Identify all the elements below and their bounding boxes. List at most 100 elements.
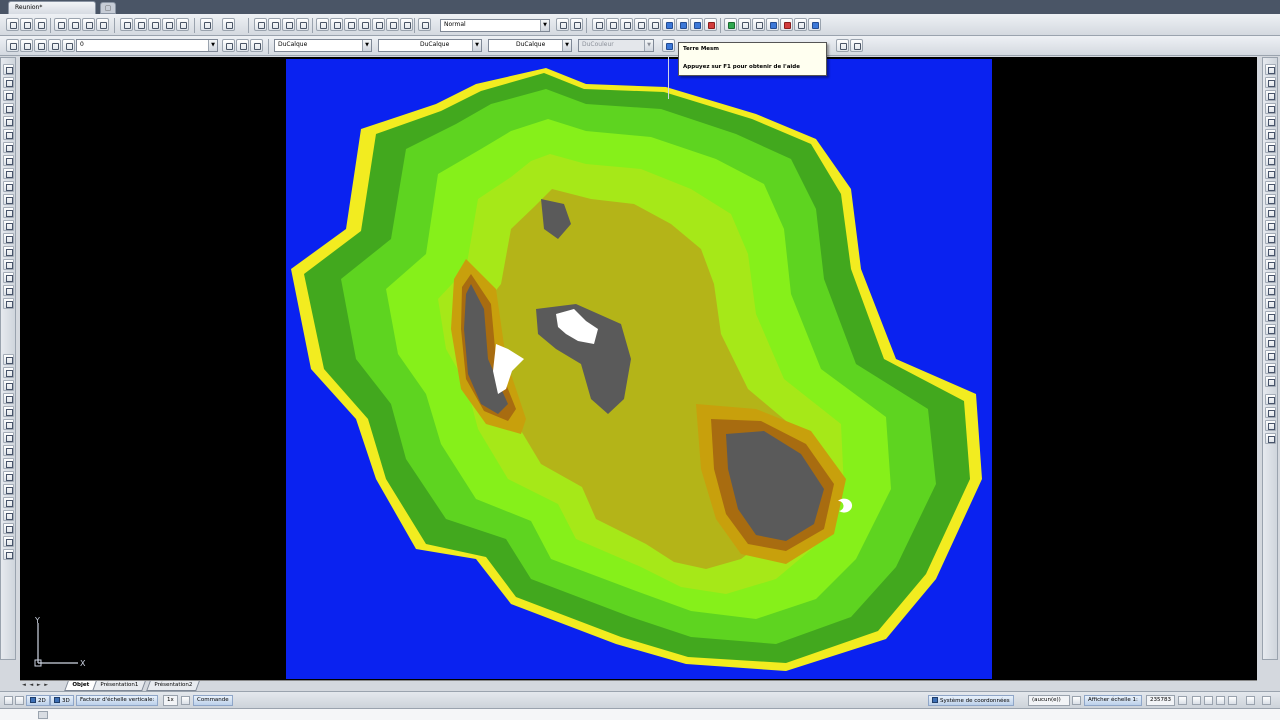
print-icon[interactable]	[54, 18, 67, 31]
temp-track-icon[interactable]	[1265, 64, 1276, 75]
mtext-tool-icon[interactable]	[3, 298, 14, 309]
status-tray-icon-5[interactable]	[1246, 696, 1255, 705]
layer-previous-icon[interactable]	[34, 39, 47, 52]
snap-nearest-icon[interactable]	[1265, 246, 1276, 257]
vertical-scale-button[interactable]: Facteur d'échelle verticale:	[76, 695, 159, 706]
status-tray-icon-2[interactable]	[1204, 696, 1213, 705]
new-document-tab-icon[interactable]: ▢	[100, 2, 116, 14]
lineweight-combo[interactable]: DuCalque ▼	[488, 39, 572, 52]
array-tool-icon[interactable]	[3, 406, 14, 417]
publish-icon[interactable]	[82, 18, 95, 31]
osnap-settings-icon[interactable]	[1265, 272, 1276, 283]
circle-tool-icon[interactable]	[3, 142, 14, 153]
construction-line-icon[interactable]	[3, 77, 14, 88]
join-tool-icon[interactable]	[3, 510, 14, 521]
save-icon[interactable]	[34, 18, 47, 31]
map-style-icon[interactable]	[794, 18, 807, 31]
snap-perpendicular-icon[interactable]	[1265, 194, 1276, 205]
terrain-model-icon[interactable]	[662, 18, 675, 31]
layer-freeze-icon[interactable]	[62, 39, 75, 52]
rotate-tool-icon[interactable]	[3, 432, 14, 443]
plot-icon[interactable]	[96, 18, 109, 31]
break-tool-icon[interactable]	[3, 497, 14, 508]
layer-close-icon[interactable]	[850, 39, 863, 52]
display-scale-button[interactable]: Afficher échelle 1:	[1084, 695, 1142, 706]
layer-isolate-icon[interactable]	[48, 39, 61, 52]
command-button[interactable]: Commande	[193, 695, 233, 706]
scale-tool-icon[interactable]	[3, 445, 14, 456]
snap-none-icon[interactable]	[1265, 259, 1276, 270]
terrain-mesh-icon[interactable]	[676, 18, 689, 31]
tool-palettes-icon[interactable]	[344, 18, 357, 31]
status-tray-icon-3[interactable]	[1216, 696, 1225, 705]
make-current-layer-icon[interactable]	[222, 39, 235, 52]
chevron-down-icon[interactable]	[1072, 696, 1081, 705]
extend-tool-icon[interactable]	[3, 484, 14, 495]
layer-match-icon[interactable]	[236, 39, 249, 52]
match-properties-icon[interactable]	[162, 18, 175, 31]
document-tab-reunion[interactable]: Reunion*	[8, 1, 96, 14]
new-file-icon[interactable]	[6, 18, 19, 31]
viewport-scale-icon[interactable]	[1265, 420, 1276, 431]
layer-combo[interactable]: 0 ▼	[76, 39, 218, 52]
named-view-combo[interactable]: Normal ▼	[440, 19, 550, 32]
mirror-tool-icon[interactable]	[3, 380, 14, 391]
point-tool-icon[interactable]	[3, 233, 14, 244]
map-query-icon[interactable]	[738, 18, 751, 31]
snap-quadrant-icon[interactable]	[1265, 168, 1276, 179]
region-tool-icon[interactable]	[3, 272, 14, 283]
help-icon[interactable]	[418, 18, 431, 31]
properties-icon[interactable]	[316, 18, 329, 31]
terrain-3d-icon[interactable]	[690, 18, 703, 31]
sheet-set-manager-icon[interactable]	[358, 18, 371, 31]
snap-node-icon[interactable]	[1265, 233, 1276, 244]
layer-settings-icon[interactable]	[836, 39, 849, 52]
paste-icon[interactable]	[148, 18, 161, 31]
map-theme-icon[interactable]	[780, 18, 793, 31]
rectangle-tool-icon[interactable]	[3, 116, 14, 127]
snap-parallel-icon[interactable]	[1265, 207, 1276, 218]
color-combo[interactable]: DuCalque ▼	[274, 39, 372, 52]
ellipse-tool-icon[interactable]	[3, 181, 14, 192]
move-tool-icon[interactable]	[3, 419, 14, 430]
explode-tool-icon[interactable]	[3, 549, 14, 560]
tab-presentation2[interactable]: Présentation2	[146, 681, 200, 691]
layer-state-icon[interactable]	[20, 39, 33, 52]
pan-icon[interactable]	[254, 18, 267, 31]
status-tray-icon-4[interactable]	[1228, 696, 1237, 705]
mode-2d-button[interactable]: 2D	[26, 695, 50, 706]
zoom-previous-icon[interactable]	[296, 18, 309, 31]
spline-tool-icon[interactable]	[3, 168, 14, 179]
map-object-icon[interactable]	[752, 18, 765, 31]
viewport-icon[interactable]	[1265, 394, 1276, 405]
coordinate-system-button[interactable]: Système de coordonnées	[928, 695, 1014, 706]
arc-tool-icon[interactable]	[3, 129, 14, 140]
copy-icon[interactable]	[134, 18, 147, 31]
zoom-realtime-icon[interactable]	[268, 18, 281, 31]
cut-icon[interactable]	[120, 18, 133, 31]
redo-icon[interactable]	[222, 18, 235, 31]
display-scale-value[interactable]: 235783	[1146, 695, 1175, 706]
drawing-canvas[interactable]: Y X	[20, 57, 1257, 680]
mode-3d-button[interactable]: 3D	[50, 695, 74, 706]
markup-icon[interactable]	[372, 18, 385, 31]
chevron-down-icon[interactable]: ▼	[362, 40, 371, 51]
layer-properties-icon[interactable]	[6, 39, 19, 52]
zoom-scale-icon[interactable]	[1265, 298, 1276, 309]
polyline-icon[interactable]	[606, 18, 619, 31]
map-info-icon[interactable]	[808, 18, 821, 31]
stretch-tool-icon[interactable]	[3, 458, 14, 469]
make-block-icon[interactable]	[3, 220, 14, 231]
chevron-down-icon[interactable]: ▼	[472, 40, 481, 51]
undo-icon[interactable]	[200, 18, 213, 31]
block-editor-icon[interactable]	[176, 18, 189, 31]
zoom-window-icon[interactable]	[282, 18, 295, 31]
terrain-analysis-icon[interactable]	[704, 18, 717, 31]
dimension-icon[interactable]	[620, 18, 633, 31]
zoom-extents-icon[interactable]	[1265, 285, 1276, 296]
line-tool-icon[interactable]	[3, 64, 14, 75]
snap-insert-icon[interactable]	[1265, 220, 1276, 231]
tab-presentation1[interactable]: Présentation1	[92, 681, 146, 691]
revision-cloud-icon[interactable]	[3, 155, 14, 166]
chevron-down-icon[interactable]: ▼	[562, 40, 571, 51]
